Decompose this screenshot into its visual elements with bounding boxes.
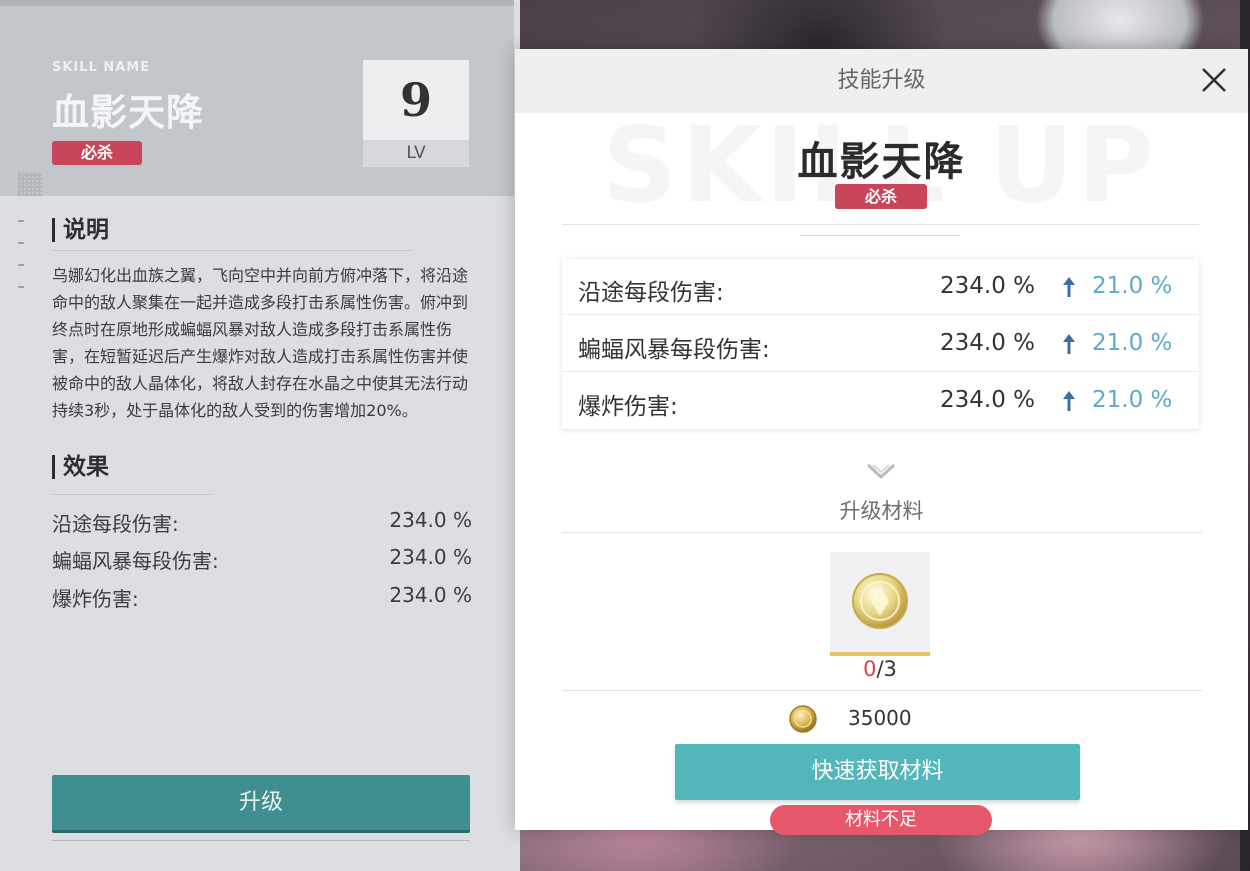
stat-increase: 21.0 % (1092, 273, 1173, 299)
skill-description: 乌娜幻化出血族之翼，飞向空中并向前方俯冲落下，将沿途命中的敌人聚集在一起并造成多… (52, 266, 469, 420)
effect-value: 234.0 % (389, 508, 472, 532)
gold-coin-icon (789, 705, 817, 733)
skill-title: 血影天降 (52, 91, 204, 134)
stat-row: 沿途每段伤害: 234.0 % 21.0 % (562, 259, 1199, 315)
materials-divider (562, 532, 1202, 533)
stat-row: 爆炸伤害: 234.0 % 21.0 % (562, 373, 1199, 428)
grid-decoration-icon (18, 172, 42, 196)
description-heading: 说明 (52, 218, 109, 242)
effect-row: 沿途每段伤害: 234.0 % (52, 508, 472, 538)
skill-detail-panel: SKILL NAME 血影天降 必杀 9 LV 说明 乌娜幻化出血族之翼，飞向空… (0, 0, 520, 871)
stat-current-value: 234.0 % (940, 330, 1036, 356)
skill-type-badge: 必杀 (835, 184, 927, 209)
quick-get-materials-button[interactable]: 快速获取材料 (675, 744, 1080, 800)
arrow-up-icon (1063, 391, 1075, 411)
material-count: 0/3 (830, 657, 930, 681)
effect-label: 蝙蝠风暴每段伤害: (52, 549, 219, 573)
effect-row: 爆炸伤害: 234.0 % (52, 583, 472, 613)
description-divider (52, 250, 412, 251)
skill-name-label: SKILL NAME (52, 60, 151, 75)
title-divider (562, 224, 1199, 225)
close-icon[interactable] (1199, 65, 1229, 95)
stat-label: 爆炸伤害: (578, 394, 678, 420)
level-number: 9 (363, 60, 469, 140)
upgrade-button[interactable]: 升级 (52, 775, 470, 830)
stat-increase: 21.0 % (1092, 330, 1173, 356)
stat-label: 蝙蝠风暴每段伤害: (578, 337, 770, 363)
effect-label: 爆炸伤害: (52, 587, 139, 611)
effects-divider (52, 494, 212, 495)
stat-current-value: 234.0 % (940, 273, 1036, 299)
footer-divider (52, 840, 470, 841)
insufficient-materials-badge: 材料不足 (770, 805, 992, 835)
skill-upgrade-dialog: 技能升级 SKILL UP 血影天降 必杀 沿途每段伤害: 234.0 % 21… (515, 49, 1248, 835)
effect-row: 蝙蝠风暴每段伤害: 234.0 % (52, 545, 472, 575)
level-box: 9 LV (363, 60, 469, 167)
stat-increase: 21.0 % (1092, 387, 1173, 413)
dialog-skill-title: 血影天降 (797, 139, 966, 185)
side-dots-decoration (18, 220, 24, 308)
title-divider-short (800, 235, 960, 236)
skill-header: SKILL NAME 血影天降 必杀 9 LV (0, 0, 514, 196)
effect-label: 沿途每段伤害: (52, 512, 179, 536)
chevron-down-icon (866, 463, 896, 480)
arrow-up-icon (1063, 277, 1075, 297)
material-owned: 0 (863, 657, 877, 681)
material-required: /3 (876, 657, 897, 681)
effect-value: 234.0 % (389, 545, 472, 569)
gold-cost: 35000 (848, 706, 912, 730)
material-coin-icon (852, 573, 908, 629)
stat-comparison-table: 沿途每段伤害: 234.0 % 21.0 % 蝙蝠风暴每段伤害: 234.0 %… (562, 259, 1199, 429)
stat-row: 蝙蝠风暴每段伤害: 234.0 % 21.0 % (562, 316, 1199, 372)
stat-label: 沿途每段伤害: (578, 280, 724, 306)
cost-divider (562, 690, 1202, 691)
material-slot[interactable] (830, 552, 930, 656)
arrow-up-icon (1063, 334, 1075, 354)
effect-value: 234.0 % (389, 583, 472, 607)
stat-current-value: 234.0 % (940, 387, 1036, 413)
materials-label: 升级材料 (839, 499, 924, 523)
level-label: LV (406, 143, 426, 163)
skill-type-badge: 必杀 (52, 141, 142, 165)
effects-heading: 效果 (52, 455, 109, 479)
